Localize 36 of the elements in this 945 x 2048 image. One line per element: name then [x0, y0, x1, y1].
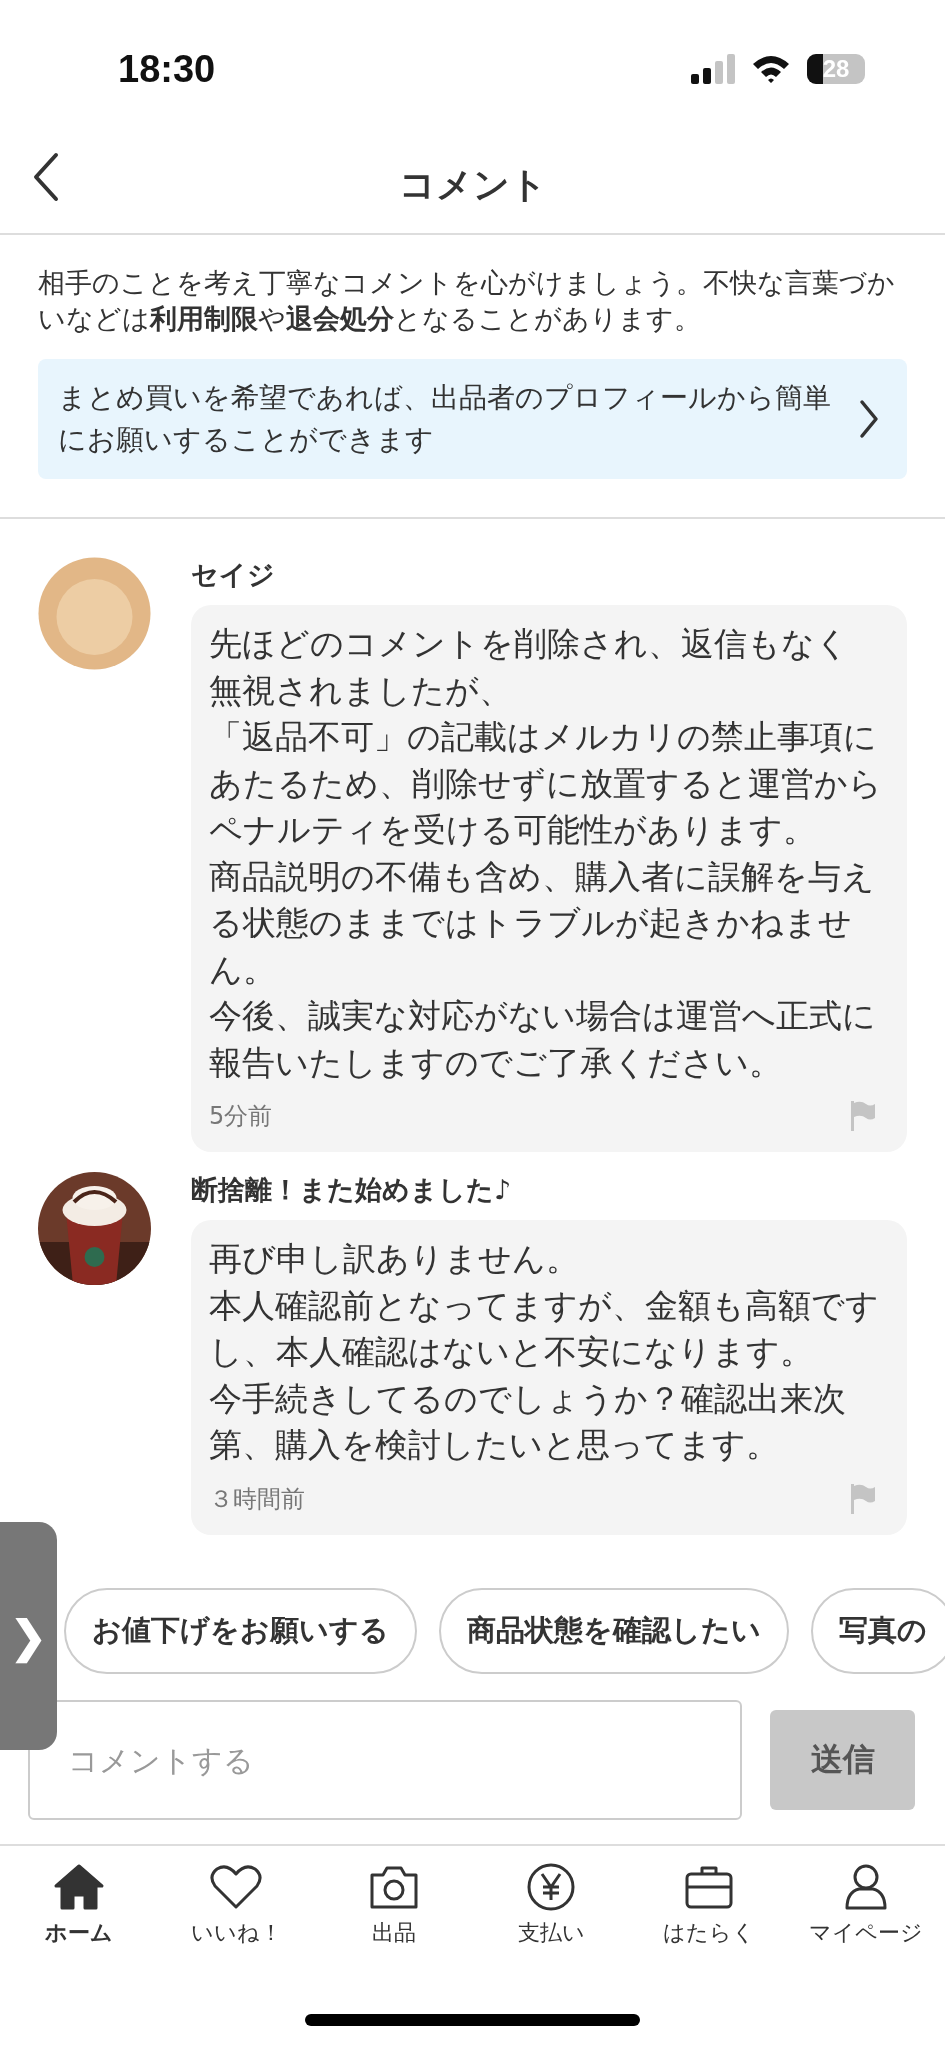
quick-reply-chip[interactable]: 写真の: [811, 1588, 945, 1674]
wifi-icon: [751, 54, 791, 84]
nav-tab[interactable]: 支払い: [472, 1862, 630, 1948]
nav-tab[interactable]: マイページ: [787, 1862, 945, 1948]
battery-indicator: 28: [807, 54, 865, 84]
send-button[interactable]: 送信: [770, 1710, 915, 1810]
comment-time: ３時間前: [209, 1483, 305, 1515]
nav-tab[interactable]: はたらく: [630, 1862, 788, 1948]
quick-reply-chip[interactable]: お値下げをお願いする: [64, 1588, 417, 1674]
comment-text: 再び申し訳ありません。: [209, 1238, 580, 1280]
notice-text: 相手のことを考え丁寧なコメントを心がけましょう。不快な言葉づかいなどは利用制限や退会処分となることがあります。: [38, 266, 896, 336]
comment-text: 今手続きしてるのでしょうか？確認出来次第、購入を検討したいと思ってます。: [209, 1377, 847, 1466]
back-icon[interactable]: [32, 152, 60, 202]
signal-icon: [691, 54, 735, 84]
comment-text: 「返品不可」の記載はメルカリの禁止事項にあたるため、削除せずに放置すると運営からペナルティを受ける可能性があります。: [209, 716, 883, 851]
nav-tab[interactable]: 出品: [315, 1862, 473, 1948]
comment-text: 今後、誠実な対応がない場合は運営へ正式に報告いたしますのでご了承ください。: [209, 995, 877, 1084]
quick-reply-chip[interactable]: 商品状態を確認したい: [439, 1588, 789, 1674]
comment-text: 無視されましたが、: [209, 669, 513, 712]
nav-tab[interactable]: ホーム: [0, 1862, 158, 1948]
nav-tab[interactable]: いいね！: [157, 1862, 315, 1948]
comment-text: 先ほどのコメントを削除され、返信もなく: [209, 623, 850, 665]
commenter-name: 断捨離！また始めました♪: [191, 1173, 513, 1207]
comment-text: 商品説明の不備も含め、購入者に誤解を与える状態のままではトラブルが起きかねません。: [209, 855, 876, 991]
page-title: コメント: [398, 163, 547, 207]
comment-input[interactable]: コメントする: [28, 1700, 742, 1820]
bundle-banner[interactable]: まとめ買いを希望であれば、出品者のプロフィールから簡単にお願いすることができます: [38, 359, 907, 479]
comment-text: 本人確認前となってますが、金額も高額ですし、本人確認はないと不安になります。: [209, 1284, 880, 1373]
status-time: 18:30: [118, 47, 216, 91]
commenter-name: セイジ: [191, 558, 276, 592]
side-tab[interactable]: ❯: [0, 1522, 57, 1750]
chevron-right-icon: [859, 399, 879, 439]
flag-icon[interactable]: [849, 1101, 875, 1131]
avatar-icon: [38, 557, 151, 670]
flag-icon[interactable]: [849, 1483, 875, 1514]
comment-time: 5分前: [209, 1101, 273, 1132]
